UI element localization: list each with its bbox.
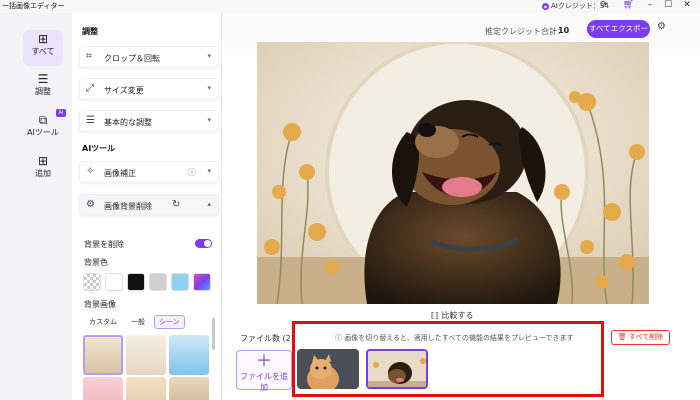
toggle-knob <box>204 240 211 247</box>
bg-thumb-2[interactable] <box>126 335 166 375</box>
swatch-transparent[interactable] <box>83 273 101 291</box>
accordion-label: 画像背景削除 <box>104 202 152 211</box>
app-title: 一括画像エディター <box>2 2 65 10</box>
bg-thumb-6[interactable] <box>169 377 209 400</box>
tab-custom[interactable]: カスタム <box>84 315 122 329</box>
rail-item-label: 追加 <box>35 169 51 178</box>
rail-item-adjust[interactable]: ☰ 調整 <box>23 73 63 97</box>
accordion-label: 基本的な調整 <box>104 118 152 127</box>
swatch-gradient[interactable] <box>193 273 211 291</box>
refresh-icon[interactable]: ⟳ <box>600 0 608 10</box>
bg-image-tabs: カスタム 一般 シーン <box>84 315 185 329</box>
panel-scrollbar[interactable] <box>212 318 215 350</box>
accordion-label: サイズ変更 <box>104 86 144 95</box>
bg-remove-accordion[interactable]: ⚙ 画像背景削除 ↻ ▴ <box>79 194 219 216</box>
highlight-frame <box>292 321 604 397</box>
sliders-icon: ☰ <box>86 115 95 126</box>
minimize-button[interactable]: – <box>643 0 657 10</box>
compare-toggle[interactable]: ⟦⟧ 比較する <box>431 310 473 321</box>
tool-rail: ⊞ すべて ☰ 調整 ⧉ AIツール ⊞ 追加 <box>0 13 72 400</box>
rail-item-add[interactable]: ⊞ 追加 <box>23 155 63 179</box>
ai-badge: AI <box>56 109 66 117</box>
settings-panel: 調整 ⌗ クロップ＆回転 ▾ ⤢ サイズ変更 ▾ ☰ 基本的な調整 ▾ AIツー… <box>72 13 222 400</box>
swatch-white[interactable] <box>105 273 123 291</box>
chevron-down-icon: ▾ <box>207 52 211 60</box>
chevron-down-icon: ▾ <box>207 84 211 92</box>
compare-icon: ⟦⟧ <box>431 311 439 320</box>
reset-icon[interactable]: ↻ <box>172 199 180 210</box>
trash-icon: 🗑︎ <box>617 333 627 341</box>
enhance-icon: ✧ <box>86 166 95 177</box>
grid-icon: ⊞ <box>37 32 49 46</box>
add-file-label: ファイルを追加 <box>240 372 288 392</box>
swatch-black[interactable] <box>127 273 145 291</box>
accordion-label: 画像補正 <box>104 169 136 178</box>
adjust-section-title: 調整 <box>82 27 98 36</box>
compare-label: 比較する <box>441 311 474 320</box>
bg-thumb-3[interactable] <box>169 335 209 375</box>
resize-accordion[interactable]: ⤢ サイズ変更 ▾ <box>79 78 219 100</box>
tab-general[interactable]: 一般 <box>126 315 150 329</box>
crop-icon: ⌗ <box>86 51 92 62</box>
settings-gear-icon[interactable]: ⚙ <box>657 21 666 32</box>
sliders-icon: ☰ <box>37 72 49 86</box>
accordion-label: クロップ＆回転 <box>104 54 160 63</box>
preview-image <box>257 42 649 304</box>
estimated-credit-value: 10 <box>558 26 570 35</box>
swatch-light-blue[interactable] <box>171 273 189 291</box>
cart-icon[interactable]: 🛒︎ <box>623 0 634 10</box>
rail-item-all[interactable]: ⊞ すべて <box>23 30 63 66</box>
resize-icon: ⤢ <box>86 83 94 94</box>
remove-bg-row: 背景を削除 <box>84 238 212 250</box>
ai-credit-icon: ◆ <box>542 2 549 10</box>
swatch-gray[interactable] <box>149 273 167 291</box>
crop-rotate-accordion[interactable]: ⌗ クロップ＆回転 ▾ <box>79 46 219 68</box>
bg-remove-icon: ⚙ <box>86 199 95 210</box>
bg-color-label: 背景色 <box>84 258 108 267</box>
preview-dog-picture <box>257 42 649 304</box>
ai-credit[interactable]: ◆ AIクレジット：34 <box>542 1 609 11</box>
rail-item-label: 調整 <box>35 87 51 96</box>
plus-square-icon: ⊞ <box>37 154 49 168</box>
rail-item-label: すべて <box>31 47 55 56</box>
bg-thumb-4[interactable] <box>83 377 123 400</box>
basic-adjust-accordion[interactable]: ☰ 基本的な調整 ▾ <box>79 110 219 132</box>
chevron-down-icon: ▾ <box>207 116 211 124</box>
tab-scene[interactable]: シーン <box>154 315 185 329</box>
chevron-down-icon: ▾ <box>207 167 211 175</box>
info-icon[interactable]: ⓘ <box>188 167 196 178</box>
remove-bg-label: 背景を削除 <box>84 240 124 249</box>
delete-all-label: すべて削除 <box>628 333 664 341</box>
bg-thumb-1[interactable] <box>83 335 123 375</box>
rail-item-ai-tools[interactable]: ⧉ AIツール <box>23 114 63 138</box>
chevron-up-icon: ▴ <box>207 200 211 208</box>
estimated-credit-label: 推定クレジット合計： <box>485 27 565 36</box>
file-count: ファイル数 (2) <box>240 334 294 343</box>
bg-thumb-5[interactable] <box>126 377 166 400</box>
add-file-button[interactable]: ＋ ファイルを追加 <box>236 350 292 392</box>
export-all-button[interactable]: すべてエクスポート <box>587 20 650 51</box>
remove-bg-toggle[interactable] <box>195 239 212 248</box>
plus-icon: ＋ <box>255 351 272 370</box>
enhance-accordion[interactable]: ✧ 画像補正 ⓘ ▾ <box>79 161 219 183</box>
close-button[interactable]: ✕ <box>680 0 694 10</box>
bg-image-label: 背景画像 <box>84 300 116 309</box>
maximize-button[interactable]: ☐ <box>661 0 675 10</box>
title-bar: 一括画像エディター ◆ AIクレジット：34 ⟳ 🛒︎ – ☐ ✕ <box>0 0 700 13</box>
delete-all-button[interactable]: 🗑︎ すべて削除 <box>611 330 670 345</box>
ai-tools-section-title: AIツール <box>82 144 116 153</box>
rail-item-label: AIツール <box>27 128 59 137</box>
